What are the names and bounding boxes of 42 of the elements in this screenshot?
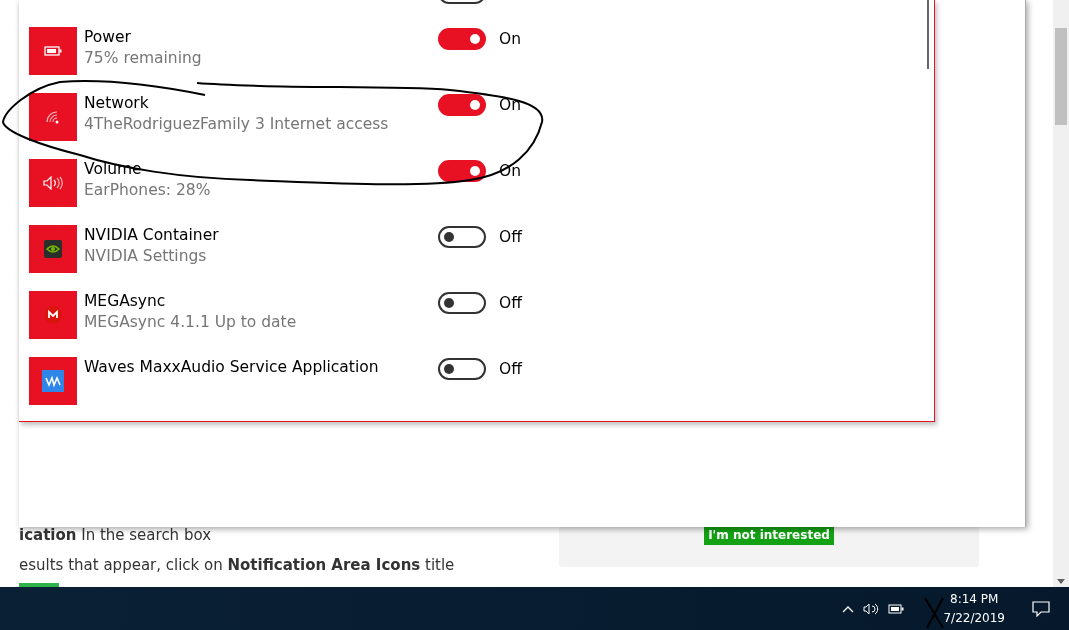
button-edge	[19, 583, 59, 587]
eye-logo-icon	[44, 240, 62, 258]
item-name: Power	[84, 27, 132, 48]
item-detail: 75% remaining	[84, 48, 203, 69]
clock[interactable]: 8:14 PM 7/22/2019	[943, 589, 1005, 628]
item-name: MEGAsync	[84, 291, 167, 312]
item-detail: MEGAsync 4.1.1 Up to date	[84, 312, 298, 333]
toggle-switch[interactable]	[438, 292, 486, 314]
time-text: 8:14 PM	[950, 590, 999, 608]
item-detail: NVIDIA Settings	[84, 246, 208, 267]
toggle-state: Off	[499, 227, 522, 248]
item-name: Waves MaxxAudio Service Application	[84, 357, 380, 378]
down-arrow-icon[interactable]	[1057, 579, 1065, 584]
item-name: NVIDIA Container	[84, 225, 220, 246]
item-detail: EarPhones: 28%	[84, 180, 212, 201]
date-text: 7/22/2019	[943, 609, 1005, 627]
toggle-switch[interactable]	[438, 358, 486, 380]
m-logo-icon	[44, 306, 62, 324]
battery-icon[interactable]	[888, 603, 905, 614]
wifi-icon	[45, 110, 61, 124]
toggle-switch[interactable]	[438, 160, 486, 182]
instruction-text: esults that appear, click on Notification Area Icons title	[19, 556, 455, 574]
speaker-icon	[43, 176, 63, 190]
hand-drawn-x	[924, 597, 944, 629]
panel-scrollbar[interactable]	[927, 0, 929, 69]
toggle-state: On	[499, 95, 522, 116]
toggle-switch[interactable]	[438, 28, 486, 50]
notification-icon[interactable]	[1032, 600, 1050, 617]
toggle-switch[interactable]	[438, 226, 486, 248]
scrollbar[interactable]	[1053, 0, 1069, 587]
toggle-switch[interactable]	[438, 94, 486, 116]
chevron-up-icon[interactable]	[842, 604, 855, 613]
speaker-icon[interactable]	[863, 602, 880, 615]
item-detail: 4TheRodriguezFamily 3 Internet access	[84, 114, 390, 135]
scrollbar-thumb[interactable]	[1055, 28, 1067, 125]
item-name: Network	[84, 93, 150, 114]
toggle-state: Off	[499, 359, 522, 380]
toggle-state: On	[499, 29, 522, 50]
battery-icon	[44, 46, 62, 56]
instruction-text: ication In the search box	[19, 526, 212, 544]
wave-logo-icon	[42, 370, 64, 392]
toggle-state: Off	[499, 293, 522, 314]
